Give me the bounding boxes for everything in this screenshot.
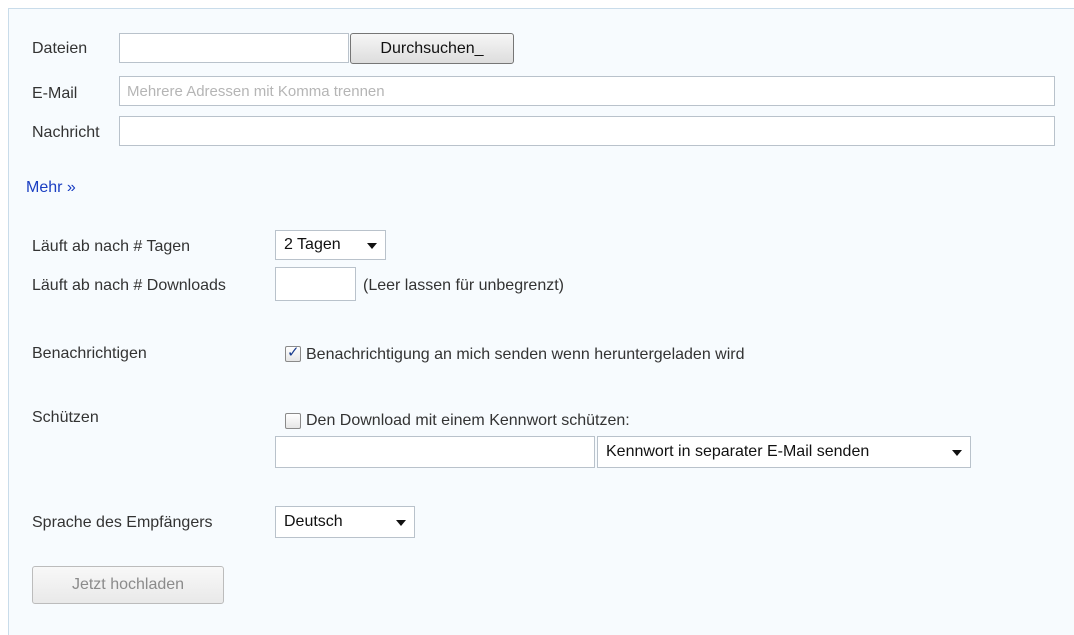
password-field[interactable] <box>275 436 595 468</box>
file-path-field[interactable] <box>119 33 349 63</box>
notify-checkbox-label: Benachrichtigung an mich senden wenn her… <box>306 346 745 363</box>
protect-checkbox[interactable] <box>285 413 301 429</box>
browse-button[interactable]: Durchsuchen_ <box>350 33 514 64</box>
password-send-select[interactable]: Kennwort in separater E-Mail senden <box>597 436 971 468</box>
email-field[interactable] <box>119 76 1055 106</box>
notify-checkbox[interactable] <box>285 343 301 362</box>
language-value: Deutsch <box>284 513 343 530</box>
expire-days-value: 2 Tagen <box>284 236 341 253</box>
message-field[interactable] <box>119 116 1055 146</box>
dropdown-arrow-icon <box>396 520 406 526</box>
expire-downloads-field[interactable] <box>275 267 356 301</box>
files-label: Dateien <box>32 40 88 57</box>
dropdown-arrow-icon <box>952 450 962 456</box>
message-label: Nachricht <box>32 124 100 141</box>
password-send-value: Kennwort in separater E-Mail senden <box>606 443 870 460</box>
language-label: Sprache des Empfängers <box>32 514 213 531</box>
dropdown-arrow-icon <box>367 243 377 249</box>
protect-checkbox-label: Den Download mit einem Kennwort schützen… <box>306 412 630 429</box>
expire-days-label: Läuft ab nach # Tagen <box>32 238 191 255</box>
protect-label: Schützen <box>32 409 99 426</box>
notify-label: Benachrichtigen <box>32 345 147 362</box>
upload-now-button[interactable]: Jetzt hochladen <box>32 566 224 604</box>
expire-downloads-hint: (Leer lassen für unbegrenzt) <box>363 277 564 294</box>
expire-days-select[interactable]: 2 Tagen <box>275 230 386 260</box>
expire-downloads-label: Läuft ab nach # Downloads <box>32 277 226 294</box>
language-select[interactable]: Deutsch <box>275 506 415 538</box>
more-options-link[interactable]: Mehr » <box>26 179 76 197</box>
email-label: E-Mail <box>32 85 78 102</box>
